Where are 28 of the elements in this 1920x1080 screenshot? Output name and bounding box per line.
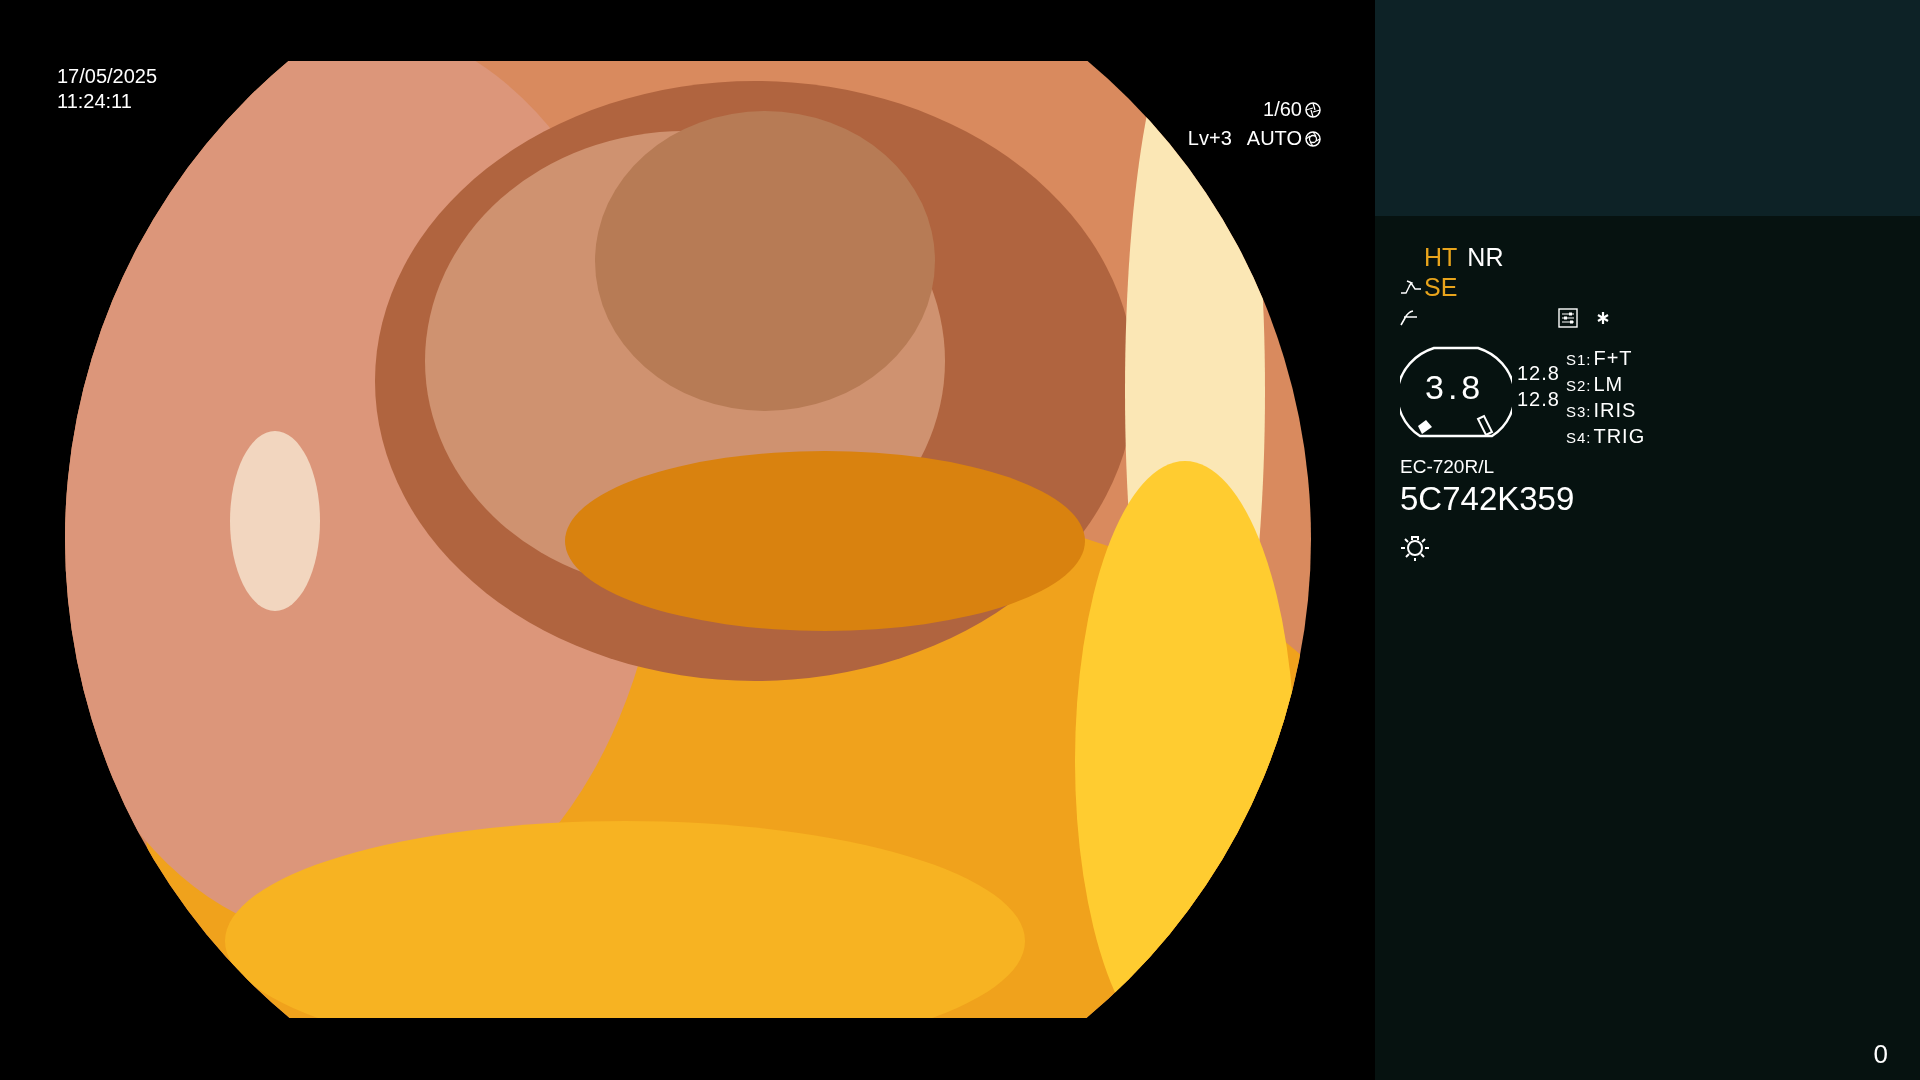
counter-text: 0	[1873, 1039, 1888, 1070]
shutter-icon	[1305, 101, 1321, 118]
serial-number: 5C742K359	[1400, 480, 1575, 518]
mode-label: HT	[1424, 242, 1458, 272]
switch-key: S2:	[1565, 373, 1592, 398]
switch-function: IRIS	[1593, 398, 1637, 423]
sliders-icon	[1558, 308, 1578, 328]
switch-key: S1:	[1565, 347, 1592, 372]
mode-label: NR	[1467, 242, 1504, 272]
reading-text: 12.8	[1517, 361, 1560, 386]
aperture-icon	[1305, 130, 1321, 147]
scope-model: EC-720R/L	[1400, 456, 1494, 478]
switch-key: S3:	[1565, 399, 1592, 424]
switch-key: S4:	[1565, 425, 1592, 450]
curve-icon	[1400, 279, 1422, 295]
time-text: 11:24:11	[57, 89, 133, 114]
gauge-value: 3.8	[1425, 368, 1485, 407]
shutter-speed-text: 1/60	[1263, 98, 1302, 121]
brightness-level-text: Lv+3	[1187, 127, 1232, 150]
mode-label: SE	[1424, 272, 1458, 302]
not-icon	[1400, 309, 1418, 327]
exposure-mode-text: AUTO	[1246, 127, 1302, 150]
switch-function: LM	[1593, 372, 1624, 397]
switch-function: F+T	[1593, 346, 1633, 371]
switch-function: TRIG	[1593, 424, 1646, 449]
reading-text: 12.8	[1517, 387, 1560, 412]
date-text: 17/05/2025	[57, 64, 158, 89]
asterisk-icon	[1596, 311, 1610, 325]
